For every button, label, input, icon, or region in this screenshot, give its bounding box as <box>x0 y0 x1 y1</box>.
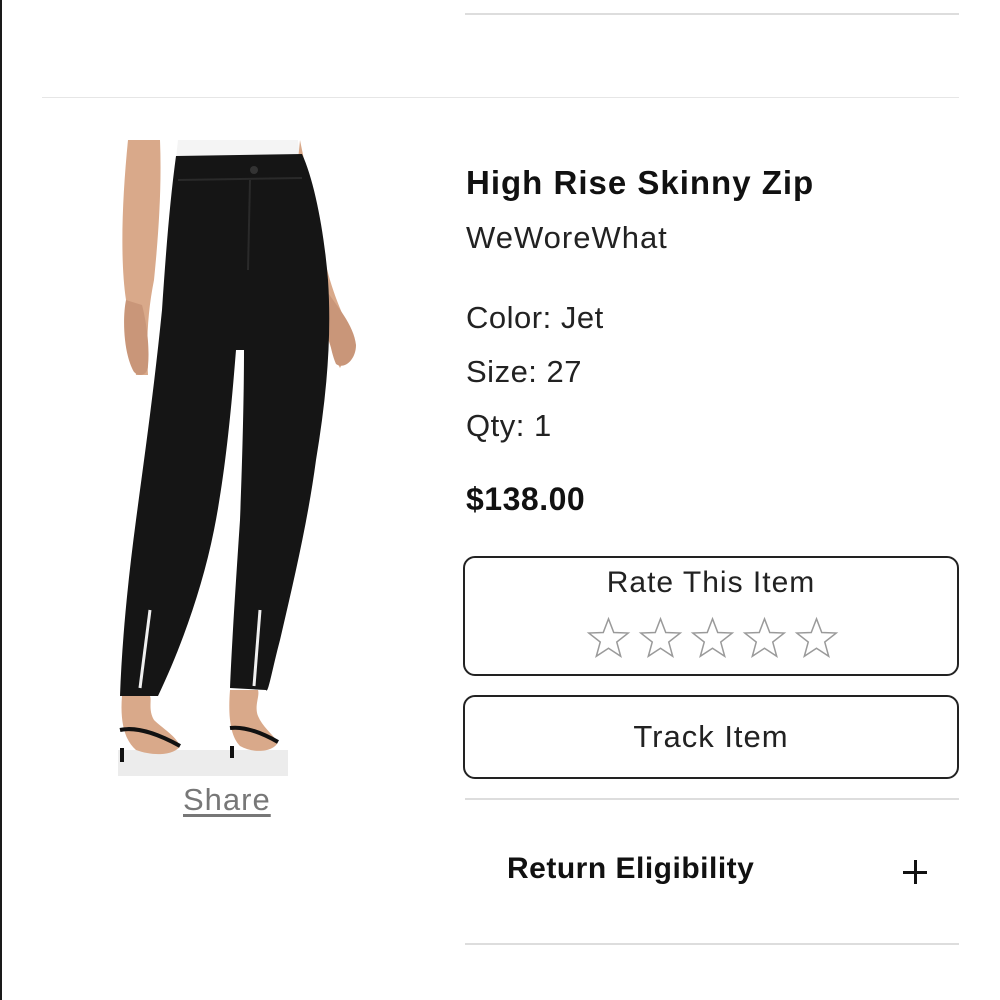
star-icon[interactable] <box>690 616 735 661</box>
window-edge <box>0 0 2 1000</box>
accordion-label: Return Eligibility <box>507 852 755 885</box>
track-item-button[interactable]: Track Item <box>463 695 959 779</box>
qty-value: 1 <box>533 408 552 443</box>
product-price: $138.00 <box>466 481 586 517</box>
star-rating <box>586 616 839 664</box>
size-value: 27 <box>546 354 583 389</box>
star-icon[interactable] <box>586 616 631 661</box>
star-icon[interactable] <box>742 616 787 661</box>
top-divider <box>465 13 959 15</box>
product-brand[interactable]: WeWoreWhat <box>466 220 668 256</box>
rate-item-panel: Rate This Item <box>463 556 959 676</box>
plus-icon[interactable] <box>903 860 927 884</box>
star-icon[interactable] <box>794 616 839 661</box>
qty-attribute: Qty: 1 <box>466 408 552 444</box>
size-attribute: Size: 27 <box>466 354 582 390</box>
product-title[interactable]: High Rise Skinny Zip <box>466 164 814 202</box>
color-value: Jet <box>560 300 604 335</box>
qty-label: Qty: <box>466 408 525 443</box>
return-eligibility-accordion[interactable]: Return Eligibility <box>465 800 959 944</box>
product-image[interactable] <box>118 140 363 776</box>
share-link[interactable]: Share <box>183 782 283 818</box>
section-divider <box>42 97 959 98</box>
size-label: Size: <box>466 354 538 389</box>
star-icon[interactable] <box>638 616 683 661</box>
divider <box>465 943 959 945</box>
rate-title: Rate This Item <box>606 566 816 599</box>
product-photo <box>118 140 363 776</box>
color-label: Color: <box>466 300 552 335</box>
color-attribute: Color: Jet <box>466 300 604 336</box>
